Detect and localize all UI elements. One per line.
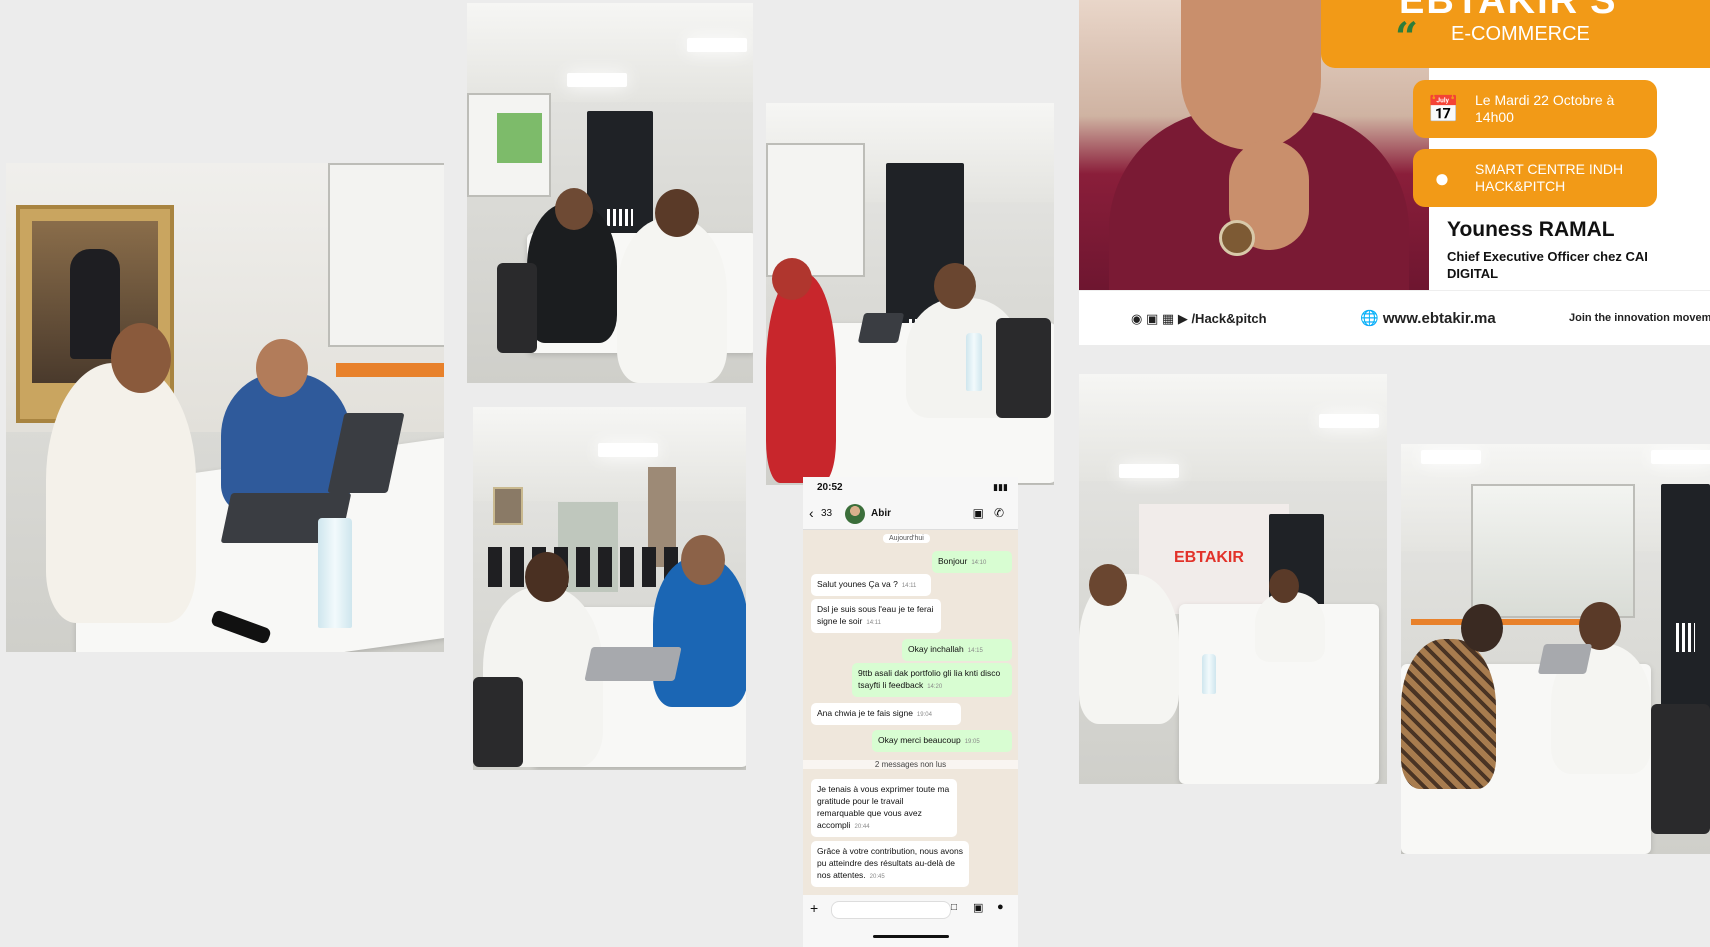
meeting-photo-portrait-room	[6, 163, 444, 652]
location-pill: ● SMART CENTRE INDH HACK&PITCH	[1413, 149, 1657, 207]
back-count: 33	[821, 508, 833, 519]
poster-tagline: Join the innovation movem	[1569, 312, 1710, 324]
website-link[interactable]: 🌐 www.ebtakir.ma	[1360, 309, 1496, 327]
message-bubble: Ana chwia je te fais signe 19:04	[811, 703, 961, 725]
video-call-icon[interactable]: ▣	[973, 506, 984, 520]
message-bubble: Je tenais à vous exprimer toute ma grati…	[811, 779, 957, 837]
speaker-name: Youness RAMAL	[1447, 218, 1615, 241]
chat-header: ‹ 33 Abir ▣ ✆	[803, 499, 1018, 530]
sticker-icon[interactable]: □	[951, 902, 957, 913]
message-bubble: Salut younes Ça va ? 14:11	[811, 574, 931, 596]
facebook-icon: ▦	[1161, 311, 1175, 326]
phone-icon[interactable]: ✆	[994, 506, 1004, 520]
message-bubble: Bonjour 14:10	[932, 551, 1012, 573]
camera-icon[interactable]: ▣	[973, 901, 983, 914]
poster-subheading: E-COMMERCE	[1451, 23, 1590, 45]
message-input[interactable]	[831, 901, 951, 919]
social-links: ◉ ▣ ▦ ▶ /Hack&pitch	[1131, 311, 1267, 327]
status-time: 20:52	[817, 482, 843, 493]
poster-footer: ◉ ▣ ▦ ▶ /Hack&pitch 🌐 www.ebtakir.ma Joi…	[1079, 290, 1710, 345]
message-bubble: Dsl je suis sous l'eau je te ferai signe…	[811, 599, 941, 633]
date-text: Le Mardi 22 Octobre à 14h00	[1475, 92, 1615, 125]
instagram-icon: ◉	[1131, 311, 1143, 326]
ebtakir-logo: EBTAKIR	[1174, 549, 1244, 566]
location-text: SMART CENTRE INDH HACK&PITCH	[1475, 161, 1624, 194]
meeting-photo-ebtakir-wall: EBTAKIR	[1079, 374, 1387, 784]
water-bottle-icon	[318, 518, 352, 628]
home-indicator	[873, 935, 949, 938]
date-separator: Aujourd'hui	[883, 534, 930, 543]
location-pin-icon: ●	[1434, 163, 1450, 193]
meeting-photo-banner-room	[766, 103, 1054, 485]
unread-separator: 2 messages non lus	[803, 760, 1018, 769]
message-bubble: Okay inchallah 14:15	[902, 639, 1012, 661]
event-poster: EBTAKIR'S “ E-COMMERCE 📅 Le Mardi 22 Oct…	[1079, 0, 1710, 345]
back-icon[interactable]: ‹	[809, 505, 814, 521]
contact-name[interactable]: Abir	[871, 508, 891, 519]
poster-headline: EBTAKIR'S	[1399, 0, 1618, 22]
globe-icon: 🌐	[1360, 310, 1379, 327]
meeting-photo-projector-room	[467, 3, 753, 383]
date-pill: 📅 Le Mardi 22 Octobre à 14h00	[1413, 80, 1657, 138]
avatar[interactable]	[845, 504, 865, 524]
message-bubble: Grâce à votre contribution, nous avons p…	[811, 841, 969, 887]
message-bubble: Okay merci beaucoup 19:05	[872, 730, 1012, 752]
website-text: www.ebtakir.ma	[1382, 310, 1496, 327]
message-bubble: 9ttb asali dak portfolio gli lia knti di…	[852, 663, 1012, 697]
speaker-role: Chief Executive Officer chez CAI DIGITAL	[1447, 249, 1648, 281]
plus-icon[interactable]: +	[810, 900, 818, 916]
chat-screenshot: 20:52 ▮▮▮ ‹ 33 Abir ▣ ✆ Aujourd'hui Bonj…	[803, 477, 1018, 947]
linkedin-icon: ▣	[1145, 311, 1159, 326]
meeting-photo-screen-room	[1401, 444, 1710, 854]
microphone-icon[interactable]: ●	[997, 901, 1004, 913]
youtube-icon: ▶	[1177, 311, 1188, 326]
chat-composer: + □ ▣ ●	[803, 895, 1018, 947]
calendar-icon: 📅	[1427, 94, 1460, 124]
social-handle: /Hack&pitch	[1191, 311, 1267, 326]
status-bar: 20:52 ▮▮▮	[803, 477, 1018, 499]
signal-icon: ▮▮▮	[993, 482, 1008, 492]
watch-icon	[1219, 220, 1255, 256]
quote-icon: “	[1395, 14, 1419, 61]
meeting-photo-chairs-room	[473, 407, 746, 770]
